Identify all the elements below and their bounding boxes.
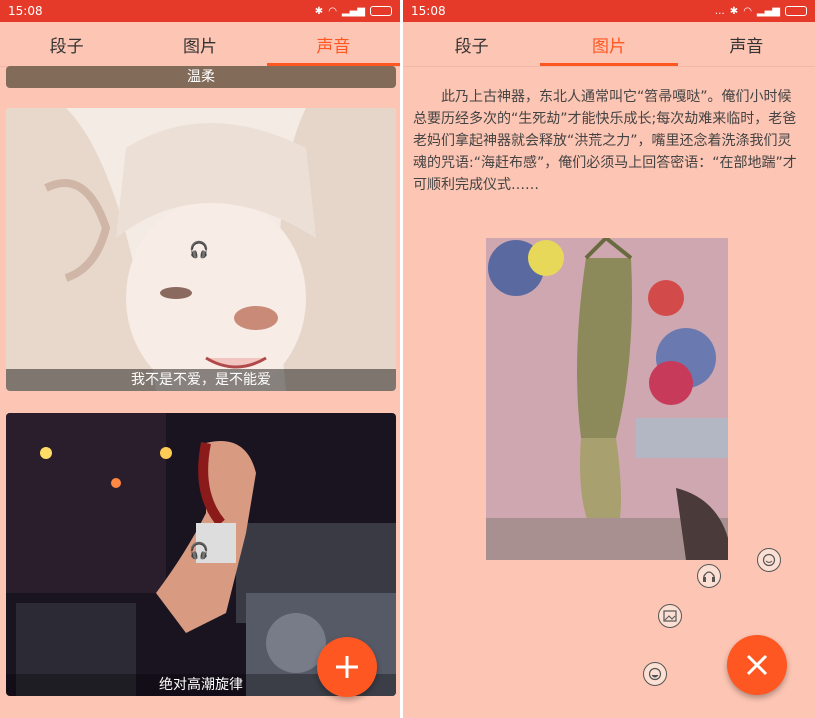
status-icons: ✱ ◠ ▂▄▆ [315,6,392,17]
broom-photo [486,235,728,560]
post-description: 此乃上古神器，东北人通常叫它“笤帚嘎哒”。俺们小时候总要历经多次的“生死劫”才能… [413,89,797,193]
headphones-icon[interactable]: 🎧 [189,240,209,259]
bluetooth-icon: ✱ [729,5,739,17]
battery-icon [370,6,392,16]
tab-bar: 段子 图片 声音 [0,22,400,67]
sound-card[interactable]: 温柔 [6,66,396,88]
tab-bar: 段子 图片 声音 [403,22,815,67]
tab-sounds[interactable]: 声音 [266,22,400,66]
tab-jokes[interactable]: 段子 [0,22,133,66]
status-time: 15:08 [411,4,446,18]
battery-icon [785,6,807,16]
status-bar: 15:08 … ✱ ◠ ▂▄▆ [403,0,815,22]
plus-icon [336,656,358,678]
headphones-icon[interactable]: 🎧 [189,541,209,560]
tab-pictures[interactable]: 图片 [540,22,678,66]
more-icon: … [714,5,725,17]
close-icon [746,654,768,676]
left-screen: 15:08 ✱ ◠ ▂▄▆ 段子 图片 声音 温柔 🎧 我不是不爱，是不能爱 🎧… [0,0,400,718]
face-happy-icon[interactable] [757,548,781,572]
tab-pictures[interactable]: 图片 [133,22,266,66]
sound-card[interactable]: 🎧 我不是不爱，是不能爱 [6,108,396,391]
card-caption: 温柔 [6,66,396,88]
tab-jokes[interactable]: 段子 [403,22,540,66]
tab-sounds[interactable]: 声音 [678,22,815,66]
wifi-icon: ◠ [328,5,337,17]
card-caption: 我不是不爱，是不能爱 [6,369,396,391]
post-image[interactable] [486,235,728,560]
close-fab-button[interactable] [727,635,787,695]
status-bar: 15:08 ✱ ◠ ▂▄▆ [0,0,400,22]
signal-icon: ▂▄▆ [341,5,365,17]
signal-icon: ▂▄▆ [756,5,780,17]
headphones-icon[interactable] [697,564,721,588]
face-laugh-icon[interactable] [643,662,667,686]
add-fab-button[interactable] [317,637,377,697]
bluetooth-icon: ✱ [314,5,324,17]
status-icons: … ✱ ◠ ▂▄▆ [715,6,807,17]
wifi-icon: ◠ [743,5,752,17]
image-icon[interactable] [658,604,682,628]
right-screen: 15:08 … ✱ ◠ ▂▄▆ 段子 图片 声音 此乃上古神器，东北人通常叫它“… [403,0,815,718]
status-time: 15:08 [8,4,43,18]
